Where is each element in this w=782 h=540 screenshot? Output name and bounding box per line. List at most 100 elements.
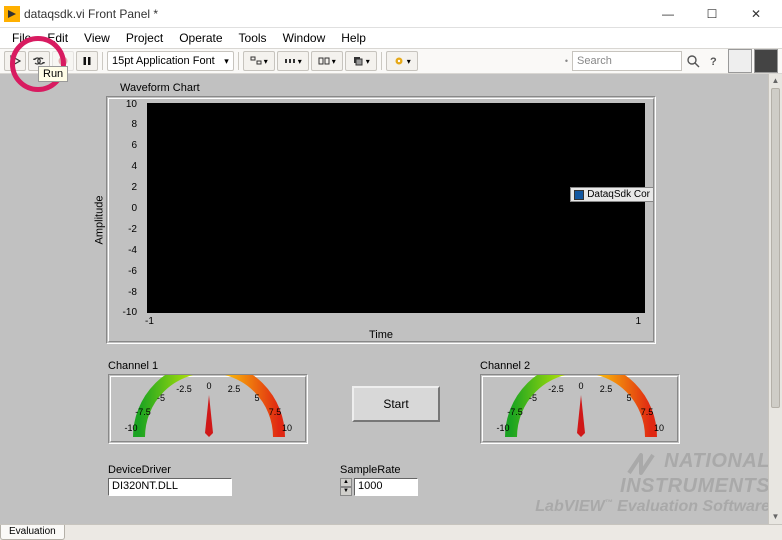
spinner-down-icon[interactable]: ▼ (340, 487, 352, 496)
device-driver-label: DeviceDriver (108, 464, 171, 476)
channel-2-gauge[interactable]: Channel 2 -10 -7.5 -5 -2.5 0 2.5 5 7.5 1… (480, 374, 680, 444)
ytick: 6 (117, 140, 137, 151)
waveform-xlabel: Time (369, 329, 393, 341)
minimize-button[interactable]: — (646, 0, 690, 28)
pause-button[interactable] (76, 51, 98, 71)
menu-help[interactable]: Help (333, 29, 374, 47)
svg-text:-5: -5 (157, 393, 165, 403)
settings-gear-button[interactable] (386, 51, 418, 71)
svg-text:7.5: 7.5 (641, 407, 654, 417)
search-icon[interactable] (684, 52, 702, 70)
waveform-chart-title: Waveform Chart (120, 82, 200, 94)
run-button[interactable] (4, 51, 26, 71)
vi-icon-1[interactable] (728, 49, 752, 73)
legend-swatch (574, 190, 584, 200)
menu-view[interactable]: View (76, 29, 118, 47)
svg-text:10: 10 (654, 423, 664, 433)
svg-text:10: 10 (282, 423, 292, 433)
toolbar: 15pt Application Font • Search ? (0, 48, 782, 74)
svg-text:-2.5: -2.5 (176, 384, 192, 394)
sample-rate-input[interactable]: 1000 (354, 478, 418, 496)
channel-1-label: Channel 1 (108, 360, 158, 372)
ytick: -6 (117, 266, 137, 277)
menu-bar: File Edit View Project Operate Tools Win… (0, 28, 782, 48)
svg-text:-10: -10 (496, 423, 509, 433)
svg-text:0: 0 (206, 381, 211, 391)
menu-project[interactable]: Project (118, 29, 171, 47)
ytick: -2 (117, 224, 137, 235)
start-button-label: Start (383, 397, 408, 411)
xtick: 1 (635, 316, 641, 327)
gauge-needle-icon (577, 395, 585, 437)
search-input[interactable]: Search (572, 51, 682, 71)
svg-text:7.5: 7.5 (269, 407, 282, 417)
channel-1-gauge[interactable]: Channel 1 -10 -7.5 -5 -2.5 0 2.5 5 (108, 374, 308, 444)
svg-text:-5: -5 (529, 393, 537, 403)
ytick: 4 (117, 161, 137, 172)
menu-file[interactable]: File (4, 29, 39, 47)
title-bar: dataqsdk.vi Front Panel * — ☐ ✕ (0, 0, 782, 28)
run-tooltip: Run (38, 66, 68, 82)
ytick: 0 (117, 203, 137, 214)
scroll-up-arrow-icon[interactable]: ▲ (769, 74, 782, 88)
separator (102, 52, 103, 70)
svg-text:5: 5 (626, 393, 631, 403)
legend-text: DataqSdk Cor (587, 189, 650, 200)
ytick: -8 (117, 287, 137, 298)
scrollbar-thumb[interactable] (771, 88, 780, 408)
reorder-button[interactable] (345, 51, 377, 71)
waveform-plot-area (147, 103, 645, 313)
bottom-tab-strip: Evaluation (0, 524, 782, 540)
distribute-objects-button[interactable] (277, 51, 309, 71)
svg-text:-2.5: -2.5 (548, 384, 564, 394)
sample-rate-spinner[interactable]: ▲ ▼ (340, 478, 352, 496)
waveform-ylabel: Amplitude (93, 196, 105, 245)
front-panel: Waveform Chart 10 8 6 4 2 0 -2 -4 -6 -8 … (0, 74, 780, 524)
svg-text:-10: -10 (124, 423, 137, 433)
svg-text:-7.5: -7.5 (135, 407, 151, 417)
window-title: dataqsdk.vi Front Panel * (24, 7, 646, 21)
scroll-down-arrow-icon[interactable]: ▼ (769, 510, 782, 524)
start-button[interactable]: Start (352, 386, 440, 422)
svg-text:5: 5 (254, 393, 259, 403)
spinner-up-icon[interactable]: ▲ (340, 478, 352, 487)
ni-watermark: NATIONAL INSTRUMENTS LabVIEW™ Evaluation… (535, 450, 770, 516)
sample-rate-label: SampleRate (340, 464, 401, 476)
vi-icon-2[interactable] (754, 49, 778, 73)
ytick: 10 (117, 99, 137, 110)
device-driver-value: DI320NT.DLL (112, 480, 178, 492)
svg-text:?: ? (710, 56, 717, 68)
search-placeholder: Search (577, 55, 612, 67)
svg-text:2.5: 2.5 (600, 384, 613, 394)
device-driver-input[interactable]: DI320NT.DLL (108, 478, 232, 496)
svg-text:-7.5: -7.5 (507, 407, 523, 417)
xtick: -1 (145, 316, 154, 327)
ytick: 8 (117, 119, 137, 130)
svg-text:0: 0 (578, 381, 583, 391)
maximize-button[interactable]: ☐ (690, 0, 734, 28)
font-select[interactable]: 15pt Application Font (107, 51, 234, 71)
vertical-scrollbar[interactable]: ▲ ▼ (768, 74, 782, 524)
ytick: 2 (117, 182, 137, 193)
evaluation-tab[interactable]: Evaluation (0, 525, 65, 540)
ytick: -4 (117, 245, 137, 256)
help-icon[interactable]: ? (704, 52, 722, 70)
gauge-needle-icon (205, 395, 213, 437)
waveform-chart[interactable]: Waveform Chart 10 8 6 4 2 0 -2 -4 -6 -8 … (106, 96, 656, 344)
waveform-legend[interactable]: DataqSdk Cor (570, 187, 654, 202)
channel-2-label: Channel 2 (480, 360, 530, 372)
menu-edit[interactable]: Edit (39, 29, 76, 47)
svg-text:2.5: 2.5 (228, 384, 241, 394)
resize-objects-button[interactable] (311, 51, 343, 71)
menu-window[interactable]: Window (275, 29, 334, 47)
app-icon (4, 6, 20, 22)
close-button[interactable]: ✕ (734, 0, 778, 28)
separator (238, 52, 239, 70)
align-objects-button[interactable] (243, 51, 275, 71)
font-select-value: 15pt Application Font (112, 55, 215, 67)
menu-operate[interactable]: Operate (171, 29, 230, 47)
separator (381, 52, 382, 70)
sample-rate-value: 1000 (358, 480, 382, 492)
menu-tools[interactable]: Tools (231, 29, 275, 47)
ytick: -10 (117, 307, 137, 318)
